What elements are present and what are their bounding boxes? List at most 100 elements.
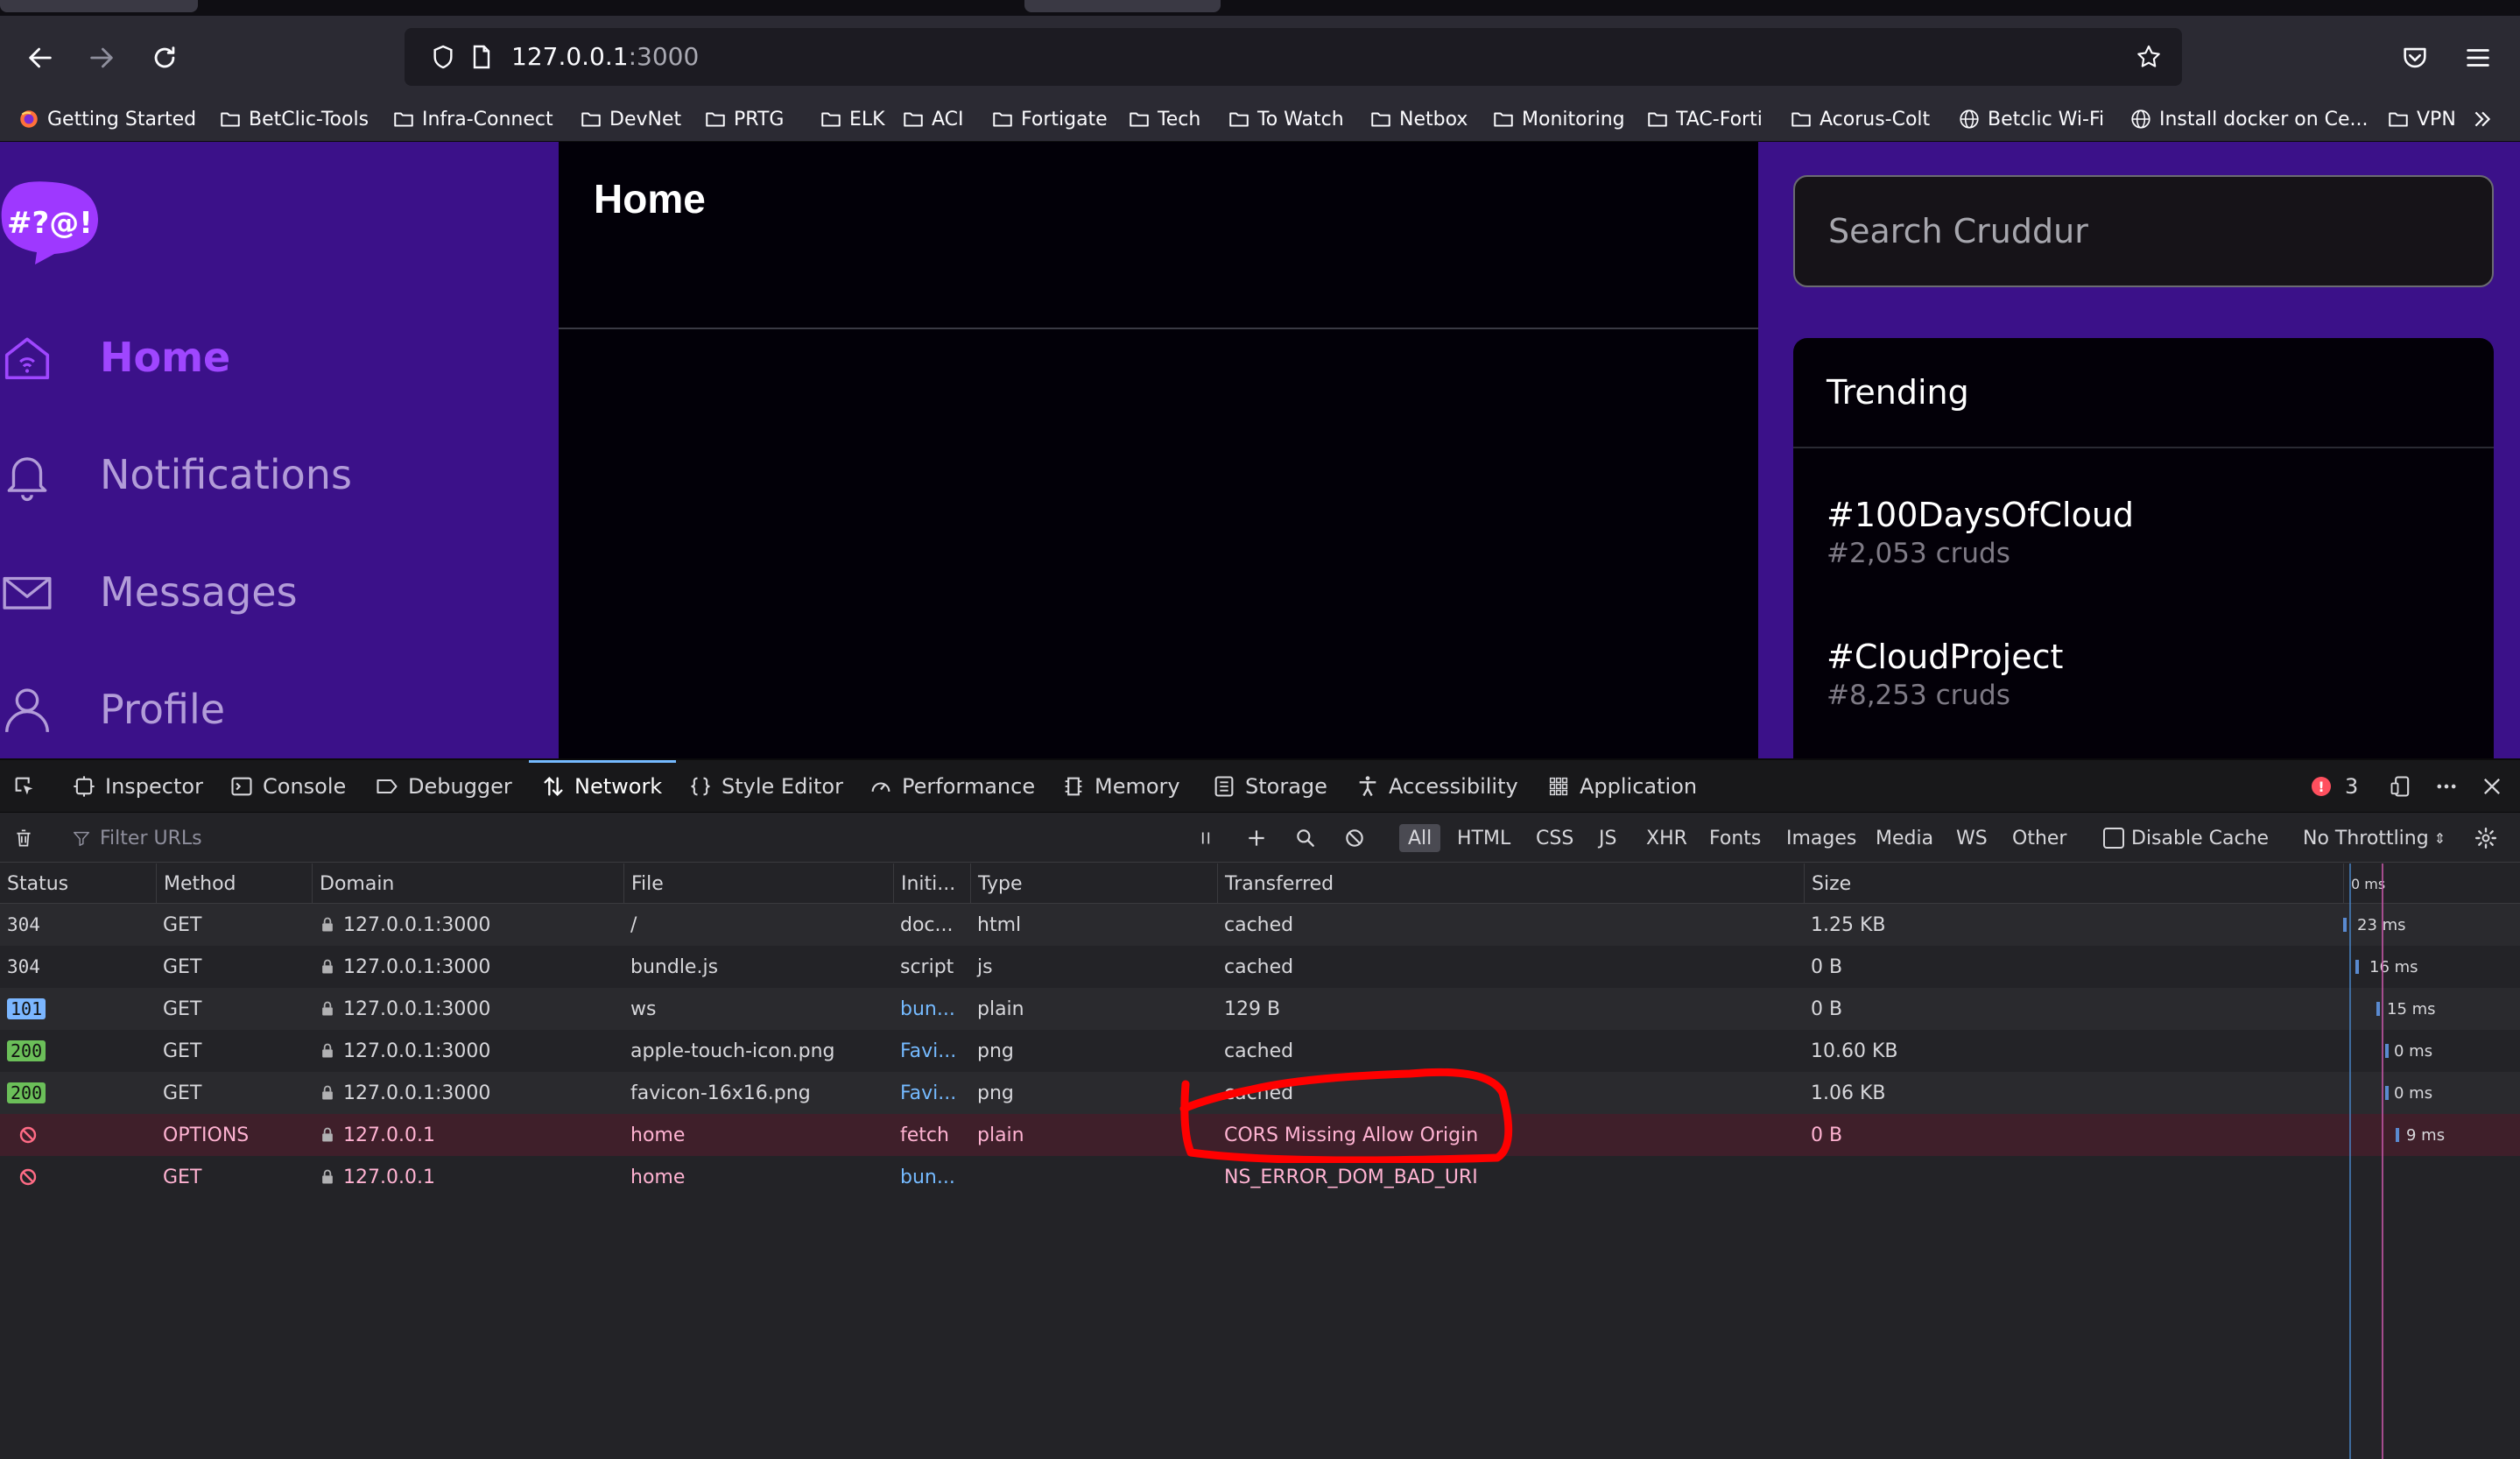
column-header[interactable]: Type [970, 863, 1217, 904]
url-bar[interactable]: 127.0.0.1:3000 [405, 28, 2182, 86]
tab-debugger[interactable]: Debugger [375, 760, 512, 813]
type-filter-images[interactable]: Images [1786, 814, 1856, 863]
initiator[interactable]: Favi... [900, 1040, 956, 1062]
pause-button[interactable] [1194, 814, 1217, 863]
disable-cache-checkbox[interactable] [2103, 828, 2124, 849]
bookmarks-overflow-button[interactable] [2471, 103, 2494, 135]
tab-inspector[interactable]: Inspector [72, 760, 203, 813]
type-filter-all[interactable]: All [1399, 814, 1441, 863]
table-row[interactable]: 200 GET 127.0.0.1:3000 apple-touch-icon.png… [0, 1030, 2520, 1072]
tab-accessibility[interactable]: Accessibility [1355, 760, 1518, 813]
bookmark-item[interactable]: Betclic Wi-Fi [1958, 103, 2104, 135]
initiator[interactable]: bun... [900, 1166, 955, 1188]
reload-button[interactable] [140, 33, 189, 82]
gear-icon [2474, 827, 2497, 849]
bookmark-item[interactable]: DevNet [580, 103, 681, 135]
search-box[interactable] [1793, 175, 2494, 287]
dom-content-loaded-line [2349, 863, 2351, 1459]
search-input[interactable] [1795, 177, 2492, 285]
menu-button[interactable] [2453, 33, 2502, 82]
bookmark-item[interactable]: PRTG [704, 103, 784, 135]
responsive-design-button[interactable] [2389, 760, 2413, 813]
url-text[interactable]: 127.0.0.1:3000 [511, 42, 699, 71]
envelope-icon [3, 576, 52, 610]
forward-button[interactable] [77, 33, 126, 82]
bookmark-item[interactable]: Tech [1128, 103, 1200, 135]
bookmark-item[interactable]: TAC-Forti [1646, 103, 1763, 135]
tab-console[interactable]: Console [229, 760, 346, 813]
column-header[interactable]: Size [1804, 863, 2343, 904]
type-filter-other[interactable]: Other [2012, 814, 2066, 863]
tab-application[interactable]: Application [1546, 760, 1697, 813]
page-icon[interactable] [468, 43, 496, 71]
bookmark-item[interactable]: Netbox [1369, 103, 1468, 135]
add-request-button[interactable] [1245, 814, 1268, 863]
block-requests-button[interactable] [1343, 814, 1366, 863]
nav-notifications[interactable]: Notifications [0, 440, 352, 510]
tab-performance[interactable]: Performance [869, 760, 1035, 813]
lock-icon [322, 959, 333, 974]
close-devtools-button[interactable] [2480, 760, 2504, 813]
bookmark-item[interactable]: To Watch [1228, 103, 1344, 135]
column-header[interactable]: Status [0, 863, 156, 904]
bookmark-item[interactable]: ACI [902, 103, 964, 135]
tab-memory[interactable]: Memory [1061, 760, 1180, 813]
bookmark-item[interactable]: Monitoring [1492, 103, 1625, 135]
tab-network[interactable]: Network [541, 760, 662, 813]
more-options-button[interactable] [2434, 760, 2459, 813]
bookmark-item[interactable]: Fortigate [991, 103, 1108, 135]
throttling-select[interactable]: No Throttling ⇕ [2303, 814, 2446, 863]
tab-label: Console [263, 774, 347, 799]
type-filter-label: HTML [1457, 827, 1511, 849]
browser-tab[interactable] [0, 0, 198, 12]
column-header[interactable]: Initi... [893, 863, 970, 904]
table-row[interactable]: 304 GET 127.0.0.1:3000 / doc... html cached 1.2… [0, 904, 2520, 946]
error-count-badge[interactable]: ! 3 [2312, 760, 2358, 813]
trending-item[interactable]: #100DaysOfCloud #2,053 cruds [1827, 496, 2134, 569]
tab-storage[interactable]: Storage [1212, 760, 1327, 813]
column-header[interactable]: Method [156, 863, 312, 904]
element-picker-button[interactable] [12, 760, 37, 813]
type-filter-xhr[interactable]: XHR [1646, 814, 1687, 863]
initiator[interactable]: Favi... [900, 1082, 956, 1104]
type-filter-ws[interactable]: WS [1956, 814, 1988, 863]
cell-method: OPTIONS [156, 1114, 312, 1156]
bookmark-item[interactable]: ELK [820, 103, 885, 135]
column-header[interactable]: Domain [312, 863, 623, 904]
type-filter-js[interactable]: JS [1599, 814, 1616, 863]
status-badge: 101 [7, 998, 46, 1019]
nav-home[interactable]: Home [0, 322, 230, 392]
star-icon[interactable] [2135, 43, 2163, 71]
type-filter-css[interactable]: CSS [1536, 814, 1573, 863]
initiator[interactable]: bun... [900, 998, 955, 1020]
cell-method: GET [156, 1030, 312, 1072]
tab-style-editor[interactable]: Style Editor [688, 760, 843, 813]
type-filter-media[interactable]: Media [1876, 814, 1933, 863]
search-requests-button[interactable] [1294, 814, 1317, 863]
lock-icon [322, 1085, 333, 1100]
filter-urls-input[interactable] [70, 821, 1156, 856]
table-row[interactable]: 101 GET 127.0.0.1:3000 ws bun... plain 129 B 0 … [0, 988, 2520, 1030]
disable-cache-toggle[interactable]: Disable Cache [2103, 814, 2269, 863]
shield-icon[interactable] [429, 43, 457, 71]
bookmark-item[interactable]: Infra-Connect [392, 103, 553, 135]
bookmark-item[interactable]: VPN [2387, 103, 2456, 135]
back-button[interactable] [16, 33, 65, 82]
browser-tab[interactable] [1024, 0, 1221, 12]
nav-profile[interactable]: Profile [0, 674, 225, 744]
bookmark-item[interactable]: BetClic-Tools [219, 103, 369, 135]
clear-button[interactable] [12, 814, 35, 863]
trending-item[interactable]: #CloudProject #8,253 cruds [1827, 638, 2063, 711]
column-header[interactable]: Transferred [1217, 863, 1804, 904]
bookmark-item[interactable]: Acorus-Colt [1790, 103, 1930, 135]
type-filter-fonts[interactable]: Fonts [1709, 814, 1761, 863]
bookmark-item[interactable]: Install docker on Ce... [2129, 103, 2369, 135]
network-settings-button[interactable] [2474, 814, 2497, 863]
table-row[interactable]: 304 GET 127.0.0.1:3000 bundle.js script js cac… [0, 946, 2520, 988]
column-header[interactable]: File [623, 863, 893, 904]
nav-messages[interactable]: Messages [0, 557, 298, 627]
column-header[interactable]: 0 ms [2343, 863, 2520, 904]
type-filter-html[interactable]: HTML [1457, 814, 1510, 863]
bookmark-item[interactable]: Getting Started [18, 103, 196, 135]
pocket-button[interactable] [2390, 33, 2439, 82]
